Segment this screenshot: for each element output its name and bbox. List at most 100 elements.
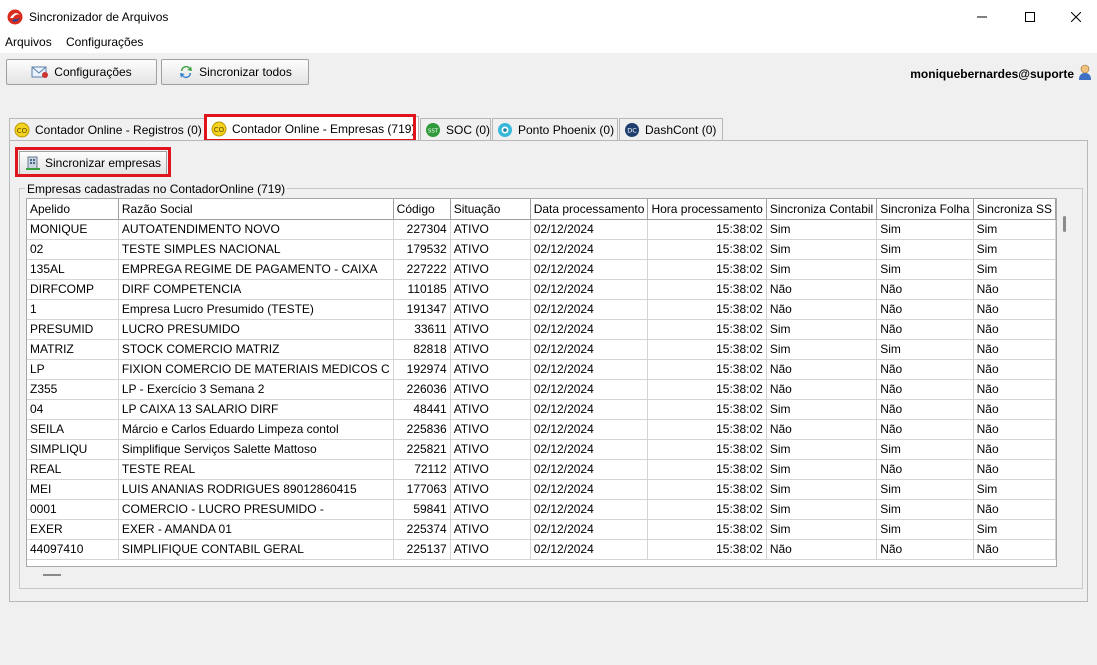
tab-contador-empresas[interactable]: CO Contador Online - Empresas (719)	[206, 116, 419, 140]
column-header[interactable]: Sincroniza Contabil	[766, 199, 878, 220]
companies-grid[interactable]: Apelido Razão Social Código Situação Dat…	[26, 198, 1057, 567]
sync-companies-button[interactable]: Sincronizar empresas	[19, 151, 167, 175]
table-cell: 15:38:02	[647, 379, 767, 400]
table-cell: PRESUMID	[27, 319, 119, 340]
table-cell: ATIVO	[450, 239, 531, 260]
svg-text:DC: DC	[627, 126, 637, 134]
table-cell: ATIVO	[450, 379, 531, 400]
table-row[interactable]: 44097410 SIMPLIFIQUE CONTABIL GERAL 225137…	[27, 539, 1056, 560]
table-cell: TESTE REAL	[118, 459, 394, 480]
table-cell: Sim	[766, 499, 878, 520]
close-button[interactable]	[1053, 0, 1097, 33]
table-cell: Não	[876, 359, 974, 380]
table-cell: 192974	[393, 359, 451, 380]
table-cell: Não	[766, 539, 878, 560]
table-cell: Sim	[876, 479, 974, 500]
table-cell: 191347	[393, 299, 451, 320]
table-cell: Sim	[766, 219, 878, 240]
table-row[interactable]: 02 TESTE SIMPLES NACIONAL 179532 ATIVO 02/12…	[27, 239, 1056, 260]
table-cell: 135AL	[27, 259, 119, 280]
table-cell: AUTOATENDIMENTO NOVO	[118, 219, 394, 240]
table-row[interactable]: SEILA Márcio e Carlos Eduardo Limpeza con…	[27, 419, 1056, 440]
table-cell: DIRF COMPETENCIA	[118, 279, 394, 300]
table-cell: Não	[973, 499, 1056, 520]
title-bar: Sincronizador de Arquivos	[0, 0, 1097, 33]
table-cell: Não	[973, 439, 1056, 460]
minimize-icon	[977, 16, 987, 17]
table-row[interactable]: MONIQUE AUTOATENDIMENTO NOVO 227304 ATIVO 02…	[27, 219, 1056, 240]
table-cell: Não	[973, 319, 1056, 340]
table-row[interactable]: Z355 LP - Exercício 3 Semana 2 226036 ATIVO…	[27, 379, 1056, 400]
menu-configuracoes[interactable]: Configurações	[66, 35, 143, 49]
table-row[interactable]: EXER EXER - AMANDA 01 225374 ATIVO 02/12/202…	[27, 519, 1056, 540]
table-row[interactable]: SIMPLIQU Simplifique Serviços Salette Mat…	[27, 439, 1056, 460]
table-row[interactable]: MEI LUIS ANANIAS RODRIGUES 89012860415 177…	[27, 479, 1056, 500]
table-cell: Sim	[876, 219, 974, 240]
table-cell: 15:38:02	[647, 259, 767, 280]
table-cell: 02/12/2024	[530, 539, 649, 560]
table-cell: ATIVO	[450, 419, 531, 440]
table-row[interactable]: 04 LP CAIXA 13 SALARIO DIRF 48441 ATIVO 02/1…	[27, 399, 1056, 420]
tab-contador-registros[interactable]: CO Contador Online - Registros (0)	[9, 118, 205, 140]
table-cell: Sim	[876, 339, 974, 360]
table-cell: ATIVO	[450, 399, 531, 420]
table-cell: 02/12/2024	[530, 439, 649, 460]
table-cell: ATIVO	[450, 259, 531, 280]
table-cell: DIRFCOMP	[27, 279, 119, 300]
column-header[interactable]: Data processamento	[530, 199, 649, 220]
table-row[interactable]: 1 Empresa Lucro Presumido (TESTE) 191347 AT…	[27, 299, 1056, 320]
minimize-button[interactable]	[959, 0, 1005, 33]
tab-ponto-phoenix[interactable]: Ponto Phoenix (0)	[492, 118, 618, 140]
sync-all-button[interactable]: Sincronizar todos	[161, 59, 309, 85]
tab-label: Ponto Phoenix (0)	[518, 122, 615, 137]
table-cell: Sim	[973, 519, 1056, 540]
tab-soc[interactable]: SST SOC (0)	[420, 118, 491, 140]
column-header[interactable]: Razão Social	[118, 199, 394, 220]
table-row[interactable]: 135AL EMPREGA REGIME DE PAGAMENTO - CAIXA…	[27, 259, 1056, 280]
svg-text:CO: CO	[214, 126, 225, 134]
vertical-scrollbar[interactable]	[1057, 198, 1073, 567]
app-logo-icon	[7, 9, 23, 25]
table-cell: Não	[973, 539, 1056, 560]
table-cell: 15:38:02	[647, 519, 767, 540]
table-row[interactable]: PRESUMID LUCRO PRESUMIDO 33611 ATIVO 02/12/2…	[27, 319, 1056, 340]
scrollbar-thumb[interactable]	[1063, 216, 1066, 232]
table-cell: Não	[766, 359, 878, 380]
table-row[interactable]: MATRIZ STOCK COMERCIO MATRIZ 82818 ATIVO 02/…	[27, 339, 1056, 360]
window-title: Sincronizador de Arquivos	[29, 10, 169, 24]
menu-arquivos[interactable]: Arquivos	[5, 35, 52, 49]
sync-companies-label: Sincronizar empresas	[44, 156, 162, 170]
column-header[interactable]: Situação	[450, 199, 531, 220]
column-header[interactable]: Sincroniza Folha	[876, 199, 974, 220]
table-cell: Não	[876, 279, 974, 300]
table-cell: Márcio e Carlos Eduardo Limpeza contol	[118, 419, 394, 440]
table-cell: 02/12/2024	[530, 459, 649, 480]
table-row[interactable]: 0001 COMERCIO - LUCRO PRESUMIDO -59841 ATI…	[27, 499, 1056, 520]
table-cell: 227304	[393, 219, 451, 240]
column-header[interactable]: Hora processamento	[647, 199, 767, 220]
column-header[interactable]: Sincroniza SS	[973, 199, 1056, 220]
tab-dashcont[interactable]: DC DashCont (0)	[619, 118, 723, 140]
table-row[interactable]: LP FIXION COMERCIO DE MATERIAIS MEDICOS C…	[27, 359, 1056, 380]
table-cell: 48441	[393, 399, 451, 420]
column-header[interactable]: Código	[393, 199, 451, 220]
table-cell: 02/12/2024	[530, 499, 649, 520]
table-row[interactable]: DIRFCOMP DIRF COMPETENCIA 110185 ATIVO 02/12…	[27, 279, 1056, 300]
column-header[interactable]: Apelido	[27, 199, 119, 220]
maximize-button[interactable]	[1007, 0, 1053, 33]
table-cell: 225374	[393, 519, 451, 540]
horizontal-scrollbar-thumb[interactable]	[43, 574, 61, 576]
maximize-icon	[1025, 11, 1035, 22]
table-row[interactable]: REAL TESTE REAL 72112 ATIVO 02/12/2024 15:38:…	[27, 459, 1056, 480]
companies-table: Apelido Razão Social Código Situação Dat…	[27, 199, 1056, 560]
table-cell: Não	[876, 459, 974, 480]
sst-icon: SST	[426, 122, 440, 137]
table-cell: ATIVO	[450, 539, 531, 560]
table-cell: 226036	[393, 379, 451, 400]
table-cell: 227222	[393, 259, 451, 280]
configuracoes-button[interactable]: Configurações	[6, 59, 157, 85]
table-cell: 179532	[393, 239, 451, 260]
table-cell: Não	[876, 419, 974, 440]
table-cell: 225836	[393, 419, 451, 440]
table-cell: 02/12/2024	[530, 359, 649, 380]
